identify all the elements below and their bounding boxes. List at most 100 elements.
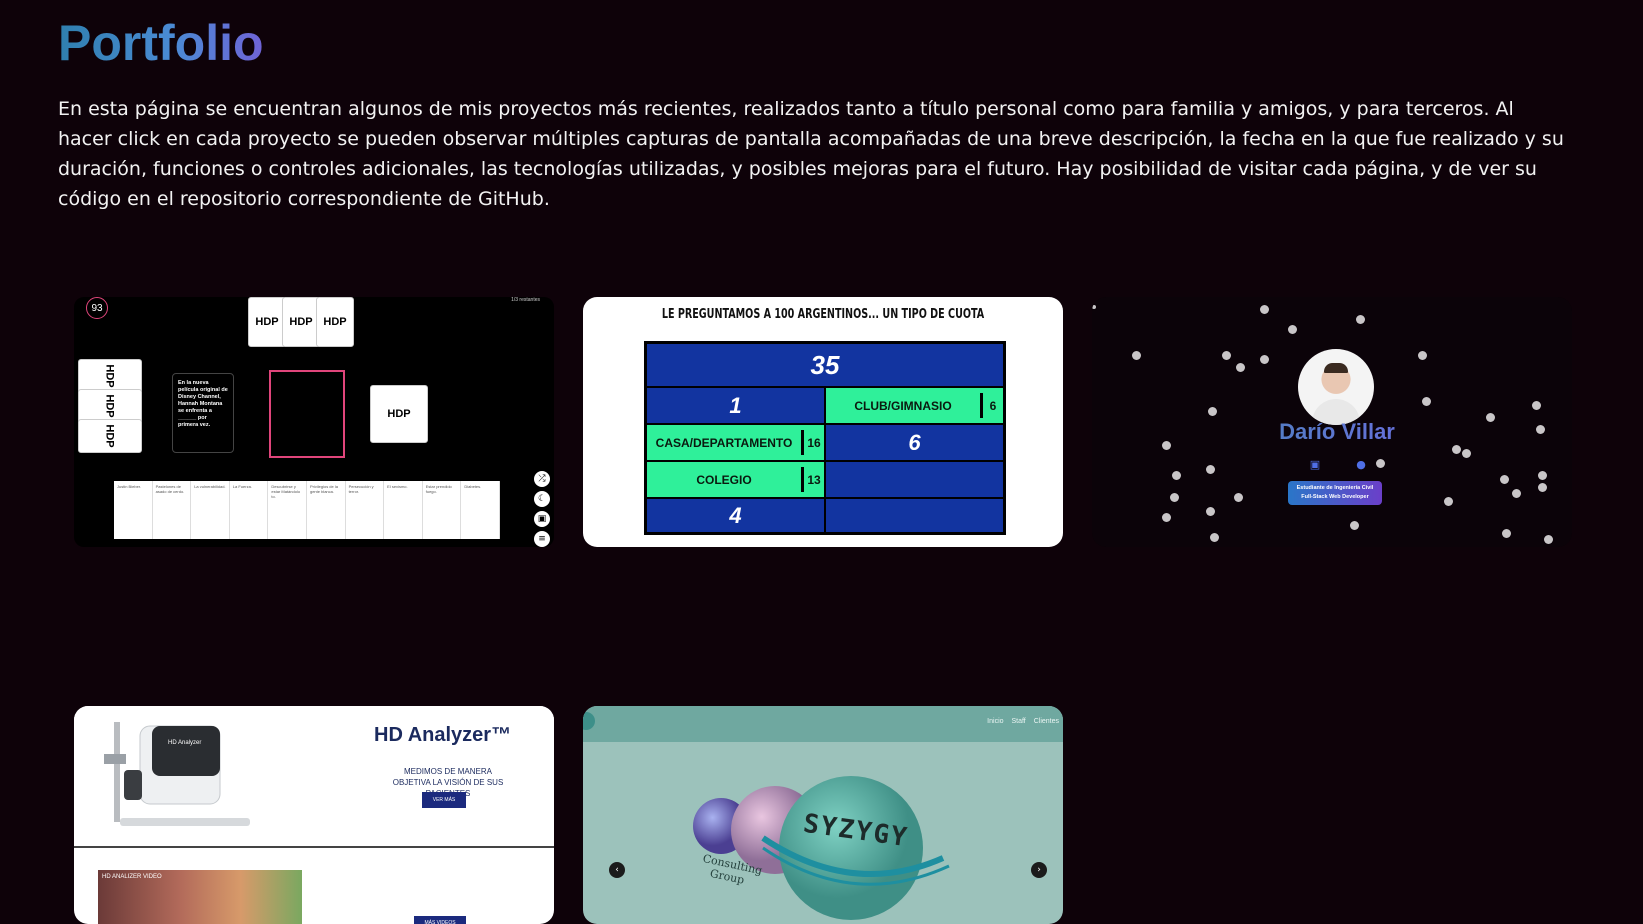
hand-card: Justin Bieber. (114, 481, 153, 539)
intro-paragraph: En esta página se encuentran algunos de … (58, 98, 1564, 210)
hand-card: Privilegios de la gente blanca. (307, 481, 346, 539)
more-videos-button[interactable]: MÁS VIDEOS (414, 916, 466, 924)
particle (1092, 305, 1096, 309)
particle (1222, 351, 1231, 360)
linkedin-icon[interactable]: ▣ (1308, 457, 1322, 471)
hand-card: Diabetes. (461, 481, 500, 539)
particle (1376, 459, 1385, 468)
role-line: Estudiante de Ingeniería Civil (1296, 485, 1374, 491)
answer-points: 13 (801, 467, 824, 492)
score-counter: 93 (86, 297, 108, 319)
answer-cell-hidden: 6 (825, 424, 1004, 461)
hand-card: El sexismo. (384, 481, 423, 539)
carousel-prev-button[interactable]: ‹ (609, 862, 625, 878)
particle (1452, 445, 1461, 454)
particle (1260, 355, 1269, 364)
product-heading: HD Analyzer™ (374, 724, 512, 746)
hand-cards: Justin Bieber. Pastelones de asado de ce… (114, 481, 500, 539)
particle (1236, 363, 1245, 372)
answer-cell-empty (825, 498, 1004, 533)
device-image: HD Analyzer (104, 722, 250, 826)
particle (1162, 441, 1171, 450)
see-more-button[interactable]: VER MÁS (422, 792, 466, 808)
particle (1208, 407, 1217, 416)
particle (1350, 521, 1359, 530)
hand-card: Pastelones de asado de cerdo. (153, 481, 192, 539)
answer-text: CASA/DEPARTAMENTO (655, 435, 793, 450)
particle (1512, 489, 1521, 498)
black-prompt-card: En la nueva película original de Disney … (172, 373, 234, 453)
project-card-quiz[interactable]: LE PREGUNTAMOS A 100 ARGENTINOS... UN TI… (583, 297, 1063, 547)
project-card-hdp[interactable]: 93 1/3 restantes HDP HDP HDP HDP HDP HDP… (74, 297, 554, 547)
avatar (1298, 349, 1374, 425)
hero-section: HD Analyzer HD Analyzer™ MEDIMOS DE MANE… (74, 706, 554, 848)
particle (1172, 471, 1181, 480)
answer-cell: CASA/DEPARTAMENTO 16 (646, 424, 825, 461)
quiz-board: 35 1 CLUB/GIMNASIO 6 CASA/DEPARTAMENTO 1… (644, 341, 1006, 535)
moon-icon: ☾ (534, 491, 550, 507)
carousel-next-button[interactable]: › (1031, 862, 1047, 878)
project-card-syzygy[interactable]: Inicio Staff Clientes SYZYGY Consulting … (583, 706, 1063, 924)
particle (1422, 397, 1431, 406)
particle (1210, 533, 1219, 542)
particle (1536, 425, 1545, 434)
hdp-card: HDP (78, 359, 142, 393)
hdp-card: HDP (78, 389, 142, 423)
answer-cell-hidden: 4 (646, 498, 825, 533)
hand-card: Persecución y terror. (346, 481, 385, 539)
hdp-card: HDP (370, 385, 428, 443)
particle (1234, 493, 1243, 502)
hdp-card: HDP (78, 419, 142, 453)
answer-cell-hidden: 1 (646, 387, 825, 424)
particle (1444, 497, 1453, 506)
answer-cell: COLEGIO 13 (646, 461, 825, 498)
particle (1532, 401, 1541, 410)
particle (1260, 305, 1269, 314)
particle (1132, 351, 1141, 360)
particle (1170, 493, 1179, 502)
planets-graphic (693, 776, 950, 920)
nav-link-staff[interactable]: Staff (1011, 718, 1025, 725)
particle (1356, 315, 1365, 324)
hdp-card: HDP (248, 297, 286, 347)
hdp-card: HDP (316, 297, 354, 347)
project-card-profile[interactable]: Darío Villar ▣ ● Estudiante de Ingenierí… (1092, 297, 1572, 547)
svg-text:HD Analyzer: HD Analyzer (168, 740, 201, 746)
particle (1462, 449, 1471, 458)
hand-card: La vulnerabilidad. (191, 481, 230, 539)
particle (1544, 535, 1553, 544)
robot-icon: ▣ (534, 511, 550, 527)
hand-card: La Fuerza. (230, 481, 269, 539)
particle (1502, 529, 1511, 538)
remaining-status: 1/3 restantes (511, 297, 540, 303)
role-badge: Estudiante de Ingeniería Civil Full-Stac… (1288, 481, 1382, 505)
profile-name: Darío Villar (1242, 419, 1432, 445)
answer-text: CLUB/GIMNASIO (854, 398, 952, 413)
nav-link-clientes[interactable]: Clientes (1034, 718, 1059, 725)
answer-cell: CLUB/GIMNASIO 6 (825, 387, 1004, 424)
particle (1162, 513, 1171, 522)
video-title: HD ANALIZER VIDEO (102, 874, 162, 880)
answer-points: 16 (801, 430, 824, 455)
page-title: Portfolio (58, 10, 264, 76)
project-card-hd-analyzer[interactable]: HD Analyzer HD Analyzer™ MEDIMOS DE MANE… (74, 706, 554, 924)
particle (1486, 413, 1495, 422)
nav-link-inicio[interactable]: Inicio (987, 718, 1003, 725)
hand-card: Estar prendido fuego. (423, 481, 462, 539)
particle (1538, 471, 1547, 480)
particle (1288, 325, 1297, 334)
github-icon[interactable]: ● (1354, 457, 1368, 471)
navbar: Inicio Staff Clientes (583, 706, 1063, 742)
hand-card: Descubrirse y estar Matándolo to. (268, 481, 307, 539)
answer-points: 6 (980, 393, 1003, 418)
particle (1206, 507, 1215, 516)
score-cell: 35 (646, 343, 1004, 387)
particle (1418, 351, 1427, 360)
particle (1500, 475, 1509, 484)
social-icons: ▣ ● (1308, 457, 1368, 471)
quiz-question: LE PREGUNTAMOS A 100 ARGENTINOS... UN TI… (661, 307, 985, 322)
answer-slot (269, 370, 345, 458)
menu-icon: ≡ (534, 531, 550, 547)
role-line: Full-Stack Web Developer (1301, 494, 1369, 500)
video-thumbnail[interactable]: HD ANALIZER VIDEO (98, 870, 302, 924)
